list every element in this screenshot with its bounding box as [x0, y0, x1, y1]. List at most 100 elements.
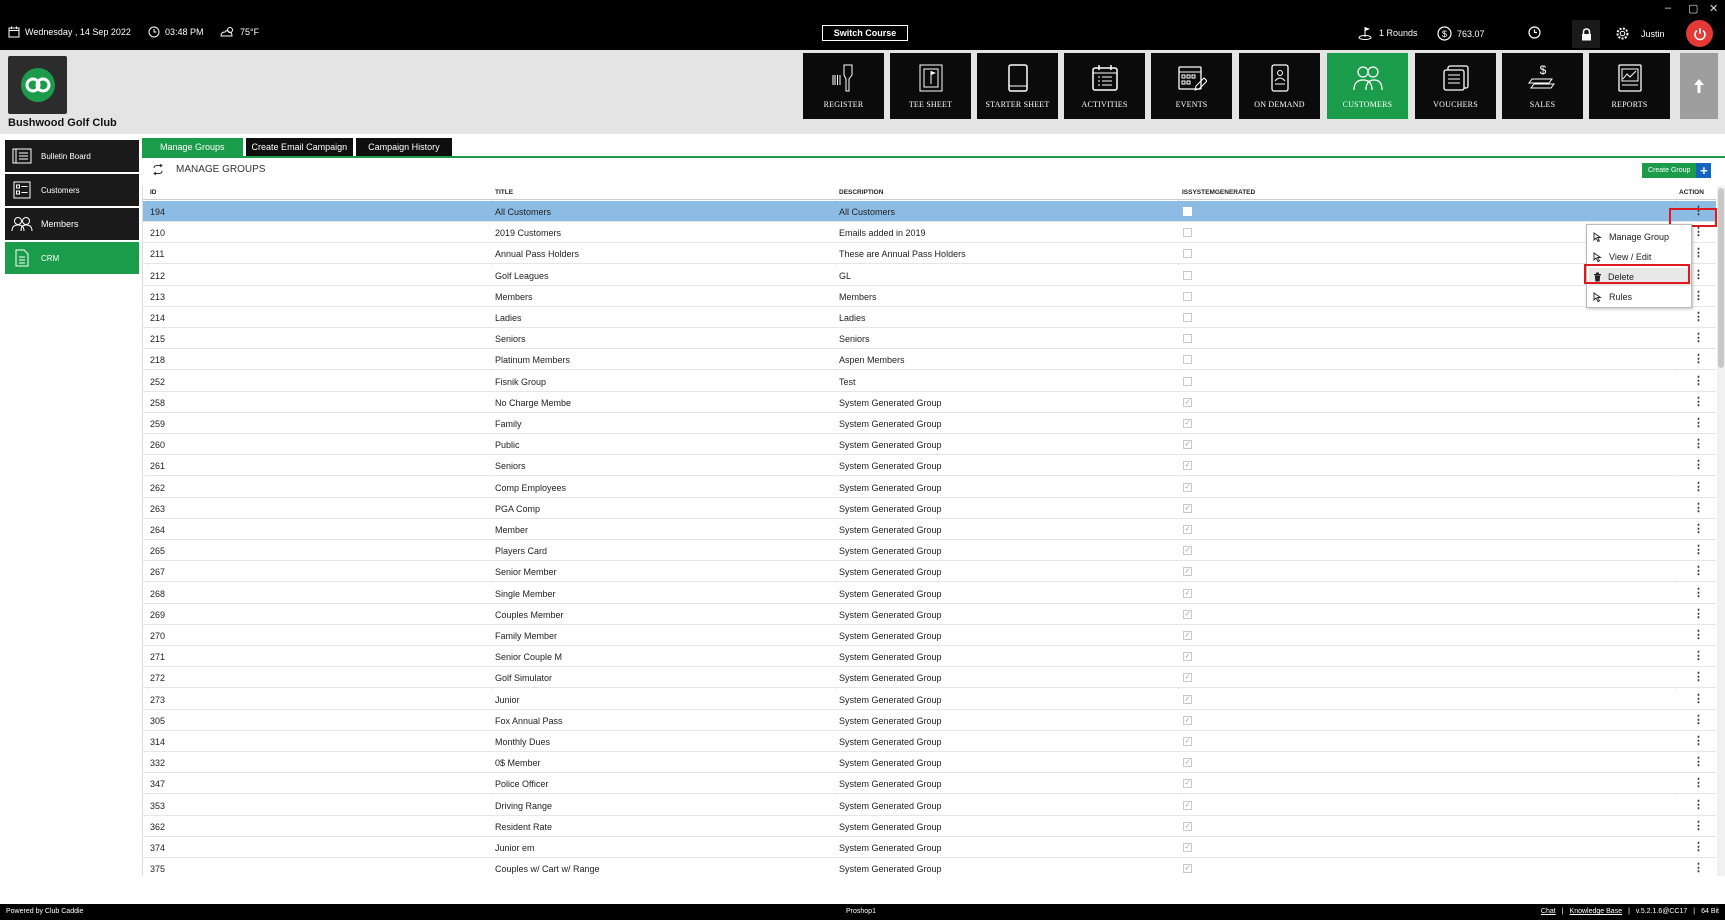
rounds-display[interactable]: 1 Rounds	[1358, 26, 1418, 40]
table-row[interactable]: 267 Senior Member System Generated Group ✓ ⋮	[143, 561, 1716, 583]
row-action-menu-icon[interactable]: ⋮	[1693, 820, 1704, 833]
row-action-menu-icon[interactable]: ⋮	[1693, 587, 1704, 600]
table-row[interactable]: 314 Monthly Dues System Generated Group ✓ ⋮	[143, 731, 1716, 752]
row-action-menu-icon[interactable]: ⋮	[1693, 693, 1704, 706]
table-row[interactable]: 270 Family Member System Generated Group ✓ ⋮	[143, 625, 1716, 646]
table-row[interactable]: 374 Junior em System Generated Group ✓ ⋮	[143, 837, 1716, 858]
scroll-up-button[interactable]	[1680, 53, 1718, 119]
table-scrollbar[interactable]	[1717, 186, 1725, 876]
create-group-button[interactable]: Create Group +	[1642, 163, 1712, 178]
table-row[interactable]: 353 Driving Range System Generated Group ✓ ⋮	[143, 794, 1716, 816]
table-row[interactable]: 265 Players Card System Generated Group ✓ ⋮	[143, 540, 1716, 562]
tab-create-email-campaign[interactable]: Create Email Campaign	[245, 138, 354, 156]
row-action-menu-icon[interactable]: ⋮	[1693, 862, 1704, 875]
row-action-menu-icon[interactable]: ⋮	[1693, 332, 1704, 345]
lock-button[interactable]	[1572, 20, 1600, 48]
row-action-menu-icon[interactable]: ⋮	[1693, 523, 1704, 536]
nav-sales-button[interactable]: $ SALES	[1502, 53, 1583, 119]
row-action-menu-icon[interactable]: ⋮	[1693, 311, 1704, 324]
close-window-button[interactable]: ✕	[1709, 2, 1718, 15]
row-action-menu-icon[interactable]: ⋮	[1693, 799, 1704, 812]
row-action-menu-icon[interactable]: ⋮	[1693, 396, 1704, 409]
nav-events-button[interactable]: EVENTS	[1151, 53, 1232, 119]
column-header-system-generated[interactable]: ISSYSTEMGENERATED	[1182, 189, 1255, 196]
table-row[interactable]: 332 0$ Member System Generated Group ✓ ⋮	[143, 752, 1716, 774]
table-row[interactable]: 273 Junior System Generated Group ✓ ⋮	[143, 688, 1716, 710]
table-row[interactable]: 272 Golf Simulator System Generated Group ✓…	[143, 667, 1716, 689]
row-action-menu-icon[interactable]: ⋮	[1693, 247, 1704, 260]
column-header-title[interactable]: TITLE	[495, 189, 513, 196]
table-row[interactable]: 362 Resident Rate System Generated Group ✓ ⋮	[143, 815, 1716, 837]
table-row[interactable]: 264 Member System Generated Group ✓ ⋮	[143, 519, 1716, 540]
row-action-menu-icon[interactable]: ⋮	[1693, 735, 1704, 748]
table-row[interactable]: 252 Fisnik Group Test ⋮	[143, 370, 1716, 392]
table-row[interactable]: 211 Annual Pass Holders These are Annual P…	[143, 243, 1716, 265]
table-row[interactable]: 269 Couples Member System Generated Group ✓…	[143, 603, 1716, 625]
table-row[interactable]: 212 Golf Leagues GL ⋮	[143, 264, 1716, 286]
menu-item-rules[interactable]: Rules	[1589, 288, 1691, 306]
row-action-menu-icon[interactable]: ⋮	[1693, 650, 1704, 663]
user-menu[interactable]: Justin	[1615, 26, 1665, 41]
table-row[interactable]: 213 Members Members ⋮	[143, 285, 1716, 307]
table-row[interactable]: 271 Senior Couple M System Generated Group…	[143, 646, 1716, 668]
nav-starter-sheet-button[interactable]: STARTER SHEET	[977, 53, 1058, 119]
sidebar-item-members[interactable]: Members	[5, 208, 139, 240]
row-action-menu-icon[interactable]: ⋮	[1693, 269, 1704, 282]
table-row[interactable]: 375 Couples w/ Cart w/ Range System Genera…	[143, 858, 1716, 876]
table-row[interactable]: 258 No Charge Membe System Generated Group…	[143, 391, 1716, 413]
row-action-menu-icon[interactable]: ⋮	[1693, 459, 1704, 472]
sidebar-item-bulletin-board[interactable]: Bulletin Board	[5, 140, 139, 172]
nav-activities-button[interactable]: ACTIVITIES	[1064, 53, 1145, 119]
chat-link[interactable]: Chat	[1541, 908, 1556, 915]
row-action-menu-icon[interactable]: ⋮	[1693, 756, 1704, 769]
table-row[interactable]: 305 Fox Annual Pass System Generated Group…	[143, 709, 1716, 731]
history-button[interactable]	[1528, 26, 1541, 39]
row-action-menu-icon[interactable]: ⋮	[1693, 375, 1704, 388]
table-row[interactable]: 215 Seniors Seniors ⋮	[143, 328, 1716, 350]
row-action-menu-icon[interactable]: ⋮	[1693, 353, 1704, 366]
nav-vouchers-button[interactable]: VOUCHERS	[1415, 53, 1496, 119]
nav-on-demand-button[interactable]: ON DEMAND	[1239, 53, 1320, 119]
minimize-button[interactable]: –	[1665, 2, 1671, 14]
table-row[interactable]: 260 Public System Generated Group ✓ ⋮	[143, 434, 1716, 456]
table-row[interactable]: 210 2019 Customers Emails added in 2019 ⋮	[143, 222, 1716, 244]
table-row[interactable]: 214 Ladies Ladies ⋮	[143, 307, 1716, 328]
table-row[interactable]: 259 Family System Generated Group ✓ ⋮	[143, 413, 1716, 434]
menu-item-manage-group[interactable]: Manage Group	[1589, 228, 1691, 246]
row-action-menu-icon[interactable]: ⋮	[1693, 502, 1704, 515]
table-row[interactable]: ›194All CustomersAll Customers⋮	[143, 201, 1716, 222]
balance-display[interactable]: $ 763.07	[1437, 26, 1485, 41]
table-row[interactable]: 268 Single Member System Generated Group ✓ ⋮	[143, 582, 1716, 604]
switch-course-button[interactable]: Switch Course	[822, 25, 908, 41]
refresh-icon[interactable]	[152, 164, 164, 175]
sidebar-item-crm[interactable]: CRM	[5, 242, 139, 274]
nav-register-button[interactable]: REGISTER	[803, 53, 884, 119]
tab-campaign-history[interactable]: Campaign History	[356, 138, 452, 156]
knowledge-base-link[interactable]: Knowledge Base	[1570, 908, 1623, 915]
nav-tee-sheet-button[interactable]: TEE SHEET	[890, 53, 971, 119]
row-action-menu-icon[interactable]: ⋮	[1693, 290, 1704, 303]
row-action-menu-icon[interactable]: ⋮	[1693, 841, 1704, 854]
row-action-menu-icon[interactable]: ⋮	[1693, 714, 1704, 727]
table-row[interactable]: 263 PGA Comp System Generated Group ✓ ⋮	[143, 497, 1716, 519]
nav-customers-button[interactable]: CUSTOMERS	[1327, 53, 1408, 119]
table-row[interactable]: 347 Police Officer System Generated Group ✓…	[143, 773, 1716, 795]
row-action-menu-icon[interactable]: ⋮	[1693, 629, 1704, 642]
row-action-menu-icon[interactable]: ⋮	[1693, 565, 1704, 578]
scrollbar-thumb[interactable]	[1718, 188, 1724, 368]
table-row[interactable]: 218 Platinum Members Aspen Members ⋮	[143, 349, 1716, 371]
row-action-menu-icon[interactable]: ⋮	[1693, 417, 1704, 430]
table-row[interactable]: 262 Comp Employees System Generated Group ✓…	[143, 476, 1716, 498]
column-header-id[interactable]: ID	[150, 189, 157, 196]
power-button[interactable]	[1686, 20, 1713, 47]
row-action-menu-icon[interactable]: ⋮	[1693, 777, 1704, 790]
row-action-menu-icon[interactable]: ⋮	[1693, 481, 1704, 494]
tab-manage-groups[interactable]: Manage Groups	[142, 138, 243, 156]
sidebar-item-customers[interactable]: Customers	[5, 174, 139, 206]
row-action-menu-icon[interactable]: ⋮	[1693, 608, 1704, 621]
restore-button[interactable]: ▢	[1688, 2, 1698, 15]
row-action-menu-icon[interactable]: ⋮	[1693, 438, 1704, 451]
nav-reports-button[interactable]: REPORTS	[1589, 53, 1670, 119]
row-action-menu-icon[interactable]: ⋮	[1693, 544, 1704, 557]
column-header-description[interactable]: DESCRIPTION	[839, 189, 883, 196]
